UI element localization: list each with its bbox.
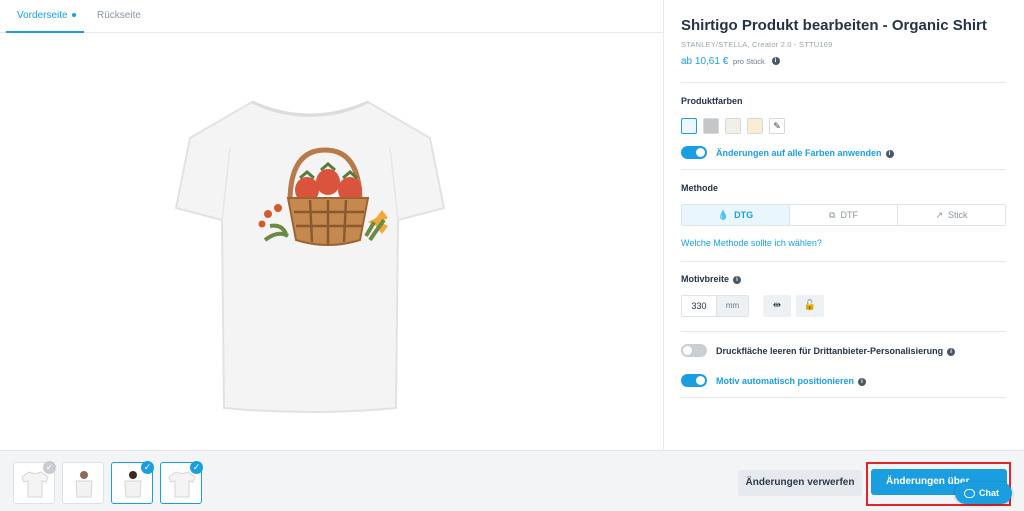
apply-all-colors-toggle[interactable] [681, 146, 707, 159]
thumbnail-model-female[interactable]: ✓ [111, 461, 154, 504]
toggle-knob [696, 148, 705, 157]
berry [274, 204, 282, 212]
info-icon[interactable]: i [858, 377, 867, 386]
auto-position-label: Motiv automatisch positionieren i [716, 376, 867, 386]
color-swatch[interactable] [725, 118, 741, 134]
tshirt-preview[interactable] [160, 90, 460, 415]
divider [681, 169, 1006, 170]
tshirt-body [174, 100, 446, 413]
active-dot-icon [71, 13, 76, 18]
clear-print-area-toggle[interactable] [681, 344, 707, 357]
preview-panel: Vorderseite Rückseite [0, 0, 664, 450]
check-icon: ✓ [141, 461, 154, 474]
product-price: ab 10,61 € pro Stück i [681, 56, 780, 67]
motif-width-label: Motivbreite i [681, 274, 742, 284]
motif-width-input[interactable]: 330 [681, 295, 717, 317]
berry [264, 210, 272, 218]
divider [681, 261, 1006, 262]
auto-position-toggle[interactable] [681, 374, 707, 387]
drop-icon: 💧 [717, 210, 730, 220]
check-icon: ✓ [190, 461, 203, 474]
toggle-knob [696, 376, 705, 385]
color-swatch[interactable] [747, 118, 763, 134]
tab-back-label: Rückseite [97, 10, 141, 21]
side-tabs: Vorderseite Rückseite [0, 0, 664, 33]
method-option-dtf[interactable]: ⧉ DTF [790, 205, 898, 225]
motif-width-unit: mm [717, 295, 749, 317]
method-selector: 💧 DTG ⧉ DTF ↗ Stick [681, 204, 1006, 226]
strawberry [316, 169, 340, 195]
info-icon[interactable]: i [885, 149, 894, 158]
method-option-label: DTG [734, 210, 754, 220]
toggle-knob [683, 346, 692, 355]
product-subtitle: STANLEY/STELLA, Creator 2.0 - STTU169 [681, 40, 833, 49]
method-option-stick[interactable]: ↗ Stick [898, 205, 1005, 225]
auto-position-text: Motiv automatisch positionieren [716, 376, 855, 386]
info-icon[interactable]: i [771, 57, 780, 66]
divider [681, 331, 1006, 332]
price-value: ab 10,61 € [681, 56, 729, 67]
tab-front-label: Vorderseite [17, 10, 68, 21]
motif-width-text: Motivbreite [681, 274, 730, 284]
info-icon[interactable]: i [733, 275, 742, 284]
discard-changes-button[interactable]: Änderungen verwerfen [738, 470, 862, 496]
divider [681, 82, 1006, 83]
chat-button[interactable]: Chat [955, 482, 1012, 504]
tab-back[interactable]: Rückseite [97, 10, 141, 21]
method-option-label: DTF [840, 210, 858, 220]
model-thumbnail-icon [75, 471, 93, 498]
thumbnail-flat-detail[interactable]: ✓ [160, 461, 203, 504]
chat-bubble-icon [964, 489, 975, 499]
pencil-icon[interactable]: ✎ [769, 118, 785, 134]
model-thumbnail-icon [124, 471, 142, 498]
method-option-dtg[interactable]: 💧 DTG [682, 205, 790, 225]
page-title: Shirtigo Produkt bearbeiten - Organic Sh… [681, 17, 987, 34]
center-horizontal-icon[interactable]: ⇹ [763, 295, 791, 317]
color-swatch[interactable] [703, 118, 719, 134]
transfer-icon: ⧉ [829, 210, 836, 220]
price-unit: pro Stück [733, 57, 765, 66]
method-help-link[interactable]: Welche Methode sollte ich wählen? [681, 238, 822, 248]
thumbnail-model-male[interactable] [62, 462, 104, 504]
apply-all-colors-label: Änderungen auf alle Farben anwenden i [716, 148, 894, 158]
tab-front[interactable]: Vorderseite [17, 10, 76, 21]
method-option-label: Stick [948, 210, 968, 220]
active-tab-underline [6, 31, 84, 33]
color-swatch[interactable] [681, 118, 697, 134]
apply-all-colors-text: Änderungen auf alle Farben anwenden [716, 148, 882, 158]
tshirt-thumbnail-icon [168, 471, 196, 498]
chat-label: Chat [979, 488, 999, 498]
clear-print-area-label: Druckfläche leeren für Drittanbieter-Per… [716, 346, 956, 356]
thumbnail-flat-front[interactable]: ✓ [13, 461, 56, 504]
divider [681, 397, 1006, 398]
colors-label: Produktfarben [681, 96, 743, 106]
check-icon: ✓ [43, 461, 56, 474]
info-icon[interactable]: i [947, 347, 956, 356]
method-label: Methode [681, 183, 718, 193]
tshirt-thumbnail-icon [21, 471, 49, 498]
needle-icon: ↗ [935, 210, 944, 220]
unlock-icon[interactable]: 🔓 [796, 295, 824, 317]
berry [258, 220, 266, 228]
clear-print-area-text: Druckfläche leeren für Drittanbieter-Per… [716, 346, 944, 356]
product-editor: Vorderseite Rückseite Shirtigo Produkt b… [0, 0, 1024, 511]
